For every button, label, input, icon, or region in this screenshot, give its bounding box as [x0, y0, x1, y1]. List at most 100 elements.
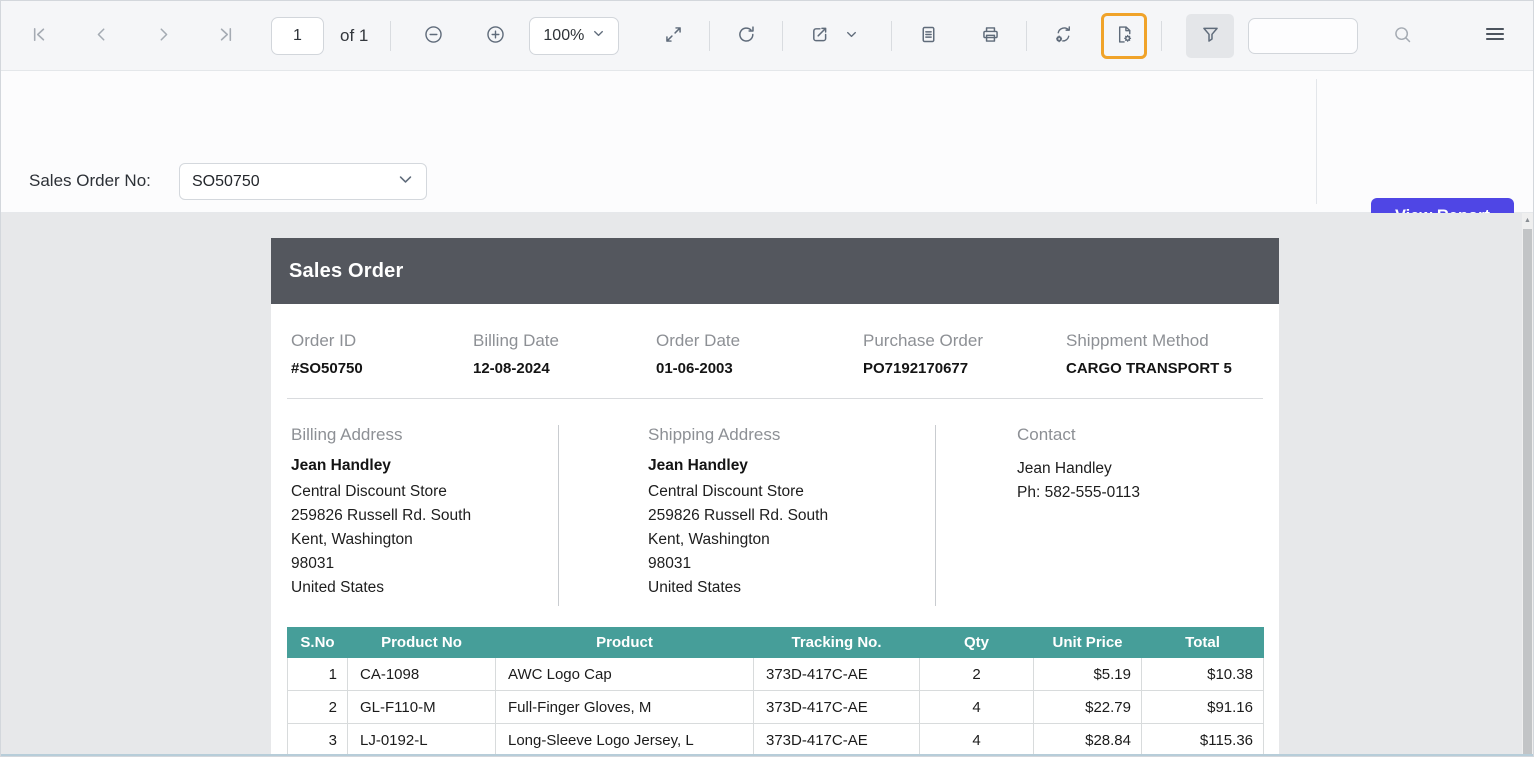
shipping-address-title: Shipping Address	[648, 425, 935, 445]
billing-address-line: United States	[291, 576, 558, 600]
address-section: Billing Address Jean Handley Central Dis…	[271, 399, 1279, 606]
export-button[interactable]	[799, 16, 839, 56]
shipping-address-line: United States	[648, 576, 935, 600]
zoom-in-button[interactable]	[475, 16, 515, 56]
cell-qty: 4	[920, 691, 1034, 724]
cell-total: $91.16	[1142, 691, 1264, 724]
cell-product: Full-Finger Gloves, M	[496, 691, 754, 724]
billing-address-block: Billing Address Jean Handley Central Dis…	[271, 425, 559, 606]
shipping-address-line: Kent, Washington	[648, 528, 935, 552]
sales-order-value: SO50750	[192, 173, 397, 191]
table-row: 1 CA-1098 AWC Logo Cap 373D-417C-AE 2 $5…	[288, 658, 1264, 691]
line-items-table: S.No Product No Product Tracking No. Qty…	[287, 627, 1264, 756]
shipping-address-line: 98031	[648, 552, 935, 576]
cell-total: $115.36	[1142, 724, 1264, 757]
billing-address-line: 98031	[291, 552, 558, 576]
first-page-icon	[29, 24, 50, 48]
order-info-cell: Order Date 01-06-2003	[656, 331, 863, 377]
shipping-address-block: Shipping Address Jean Handley Central Di…	[559, 425, 936, 606]
order-info-cell: Order ID #SO50750	[291, 331, 473, 377]
cell-sno: 2	[288, 691, 348, 724]
order-id-label: Order ID	[291, 331, 473, 351]
next-page-button[interactable]	[143, 16, 183, 56]
print-layout-button[interactable]	[908, 16, 948, 56]
billing-date-value: 12-08-2024	[473, 360, 656, 377]
column-header-product: Product	[496, 628, 754, 658]
cell-product: Long-Sleeve Logo Jersey, L	[496, 724, 754, 757]
cell-product-no: CA-1098	[348, 658, 496, 691]
bottom-border	[1, 754, 1533, 756]
table-header-row: S.No Product No Product Tracking No. Qty…	[288, 628, 1264, 658]
fit-page-icon	[663, 24, 684, 48]
cell-total: $10.38	[1142, 658, 1264, 691]
shipment-method-label: Shippment Method	[1066, 331, 1259, 351]
shipping-address-line: Central Discount Store	[648, 480, 935, 504]
fit-to-page-button[interactable]	[653, 16, 693, 56]
filter-button[interactable]	[1186, 14, 1234, 58]
zoom-out-button[interactable]	[413, 16, 453, 56]
sales-order-label: Sales Order No:	[29, 171, 151, 191]
report-viewer-app: of 1 100%	[0, 0, 1534, 757]
parameters-refresh-icon	[1053, 24, 1074, 48]
previous-page-button[interactable]	[81, 16, 121, 56]
menu-button[interactable]	[1475, 16, 1515, 56]
billing-address-line: 259826 Russell Rd. South	[291, 504, 558, 528]
scrollbar-thumb[interactable]	[1523, 229, 1532, 756]
zoom-out-icon	[423, 24, 444, 48]
sales-order-select[interactable]: SO50750	[179, 163, 427, 200]
cell-unit-price: $28.84	[1034, 724, 1142, 757]
billing-address-title: Billing Address	[291, 425, 558, 445]
export-icon	[809, 24, 830, 48]
search-button[interactable]	[1382, 16, 1422, 56]
zoom-level-select[interactable]: 100%	[529, 17, 619, 55]
chevron-down-icon	[845, 28, 858, 44]
cell-product: AWC Logo Cap	[496, 658, 754, 691]
search-icon	[1392, 24, 1413, 48]
export-chevron-button[interactable]	[841, 16, 861, 56]
cell-unit-price: $5.19	[1034, 658, 1142, 691]
scroll-up-button[interactable]: ▲	[1522, 213, 1533, 228]
report-viewport: Sales Order Order ID #SO50750 Billing Da…	[1, 213, 1533, 756]
toolbar-divider	[1161, 21, 1162, 51]
billing-address-name: Jean Handley	[291, 457, 558, 475]
last-page-icon	[215, 24, 236, 48]
contact-line: Ph: 582-555-0113	[1017, 481, 1279, 505]
page-number-input[interactable]	[271, 17, 324, 55]
column-header-unit-price: Unit Price	[1034, 628, 1142, 658]
report-title: Sales Order	[289, 260, 404, 283]
order-info-cell: Shippment Method CARGO TRANSPORT 5	[1066, 331, 1259, 377]
shipment-method-value: CARGO TRANSPORT 5	[1066, 360, 1259, 377]
cell-unit-price: $22.79	[1034, 691, 1142, 724]
search-input[interactable]	[1248, 18, 1358, 54]
toolbar-divider	[782, 21, 783, 51]
document-settings-button[interactable]	[1101, 13, 1147, 59]
toolbar-divider	[891, 21, 892, 51]
column-header-sno: S.No	[288, 628, 348, 658]
toolbar-divider	[390, 21, 391, 51]
refresh-icon	[736, 24, 757, 48]
menu-icon	[1483, 22, 1507, 49]
billing-address-line: Kent, Washington	[291, 528, 558, 552]
cell-sno: 1	[288, 658, 348, 691]
cell-qty: 2	[920, 658, 1034, 691]
refresh-button[interactable]	[726, 16, 766, 56]
purchase-order-value: PO7192170677	[863, 360, 1066, 377]
print-layout-icon	[918, 24, 939, 48]
export-dropdown[interactable]	[799, 16, 861, 56]
parameters-refresh-button[interactable]	[1043, 16, 1083, 56]
chevron-down-icon	[397, 171, 414, 193]
last-page-button[interactable]	[205, 16, 245, 56]
order-date-label: Order Date	[656, 331, 863, 351]
previous-page-icon	[91, 24, 112, 48]
zoom-in-icon	[485, 24, 506, 48]
toolbar-divider	[1026, 21, 1027, 51]
print-button[interactable]	[970, 16, 1010, 56]
parameter-panel: Sales Order No: SO50750 DatePicker 12/12…	[1, 71, 1533, 213]
page-count-label: of 1	[340, 26, 368, 46]
vertical-scrollbar[interactable]: ▲	[1522, 213, 1533, 756]
toolbar: of 1 100%	[1, 1, 1533, 71]
first-page-button[interactable]	[19, 16, 59, 56]
purchase-order-label: Purchase Order	[863, 331, 1066, 351]
column-header-total: Total	[1142, 628, 1264, 658]
toolbar-divider	[709, 21, 710, 51]
